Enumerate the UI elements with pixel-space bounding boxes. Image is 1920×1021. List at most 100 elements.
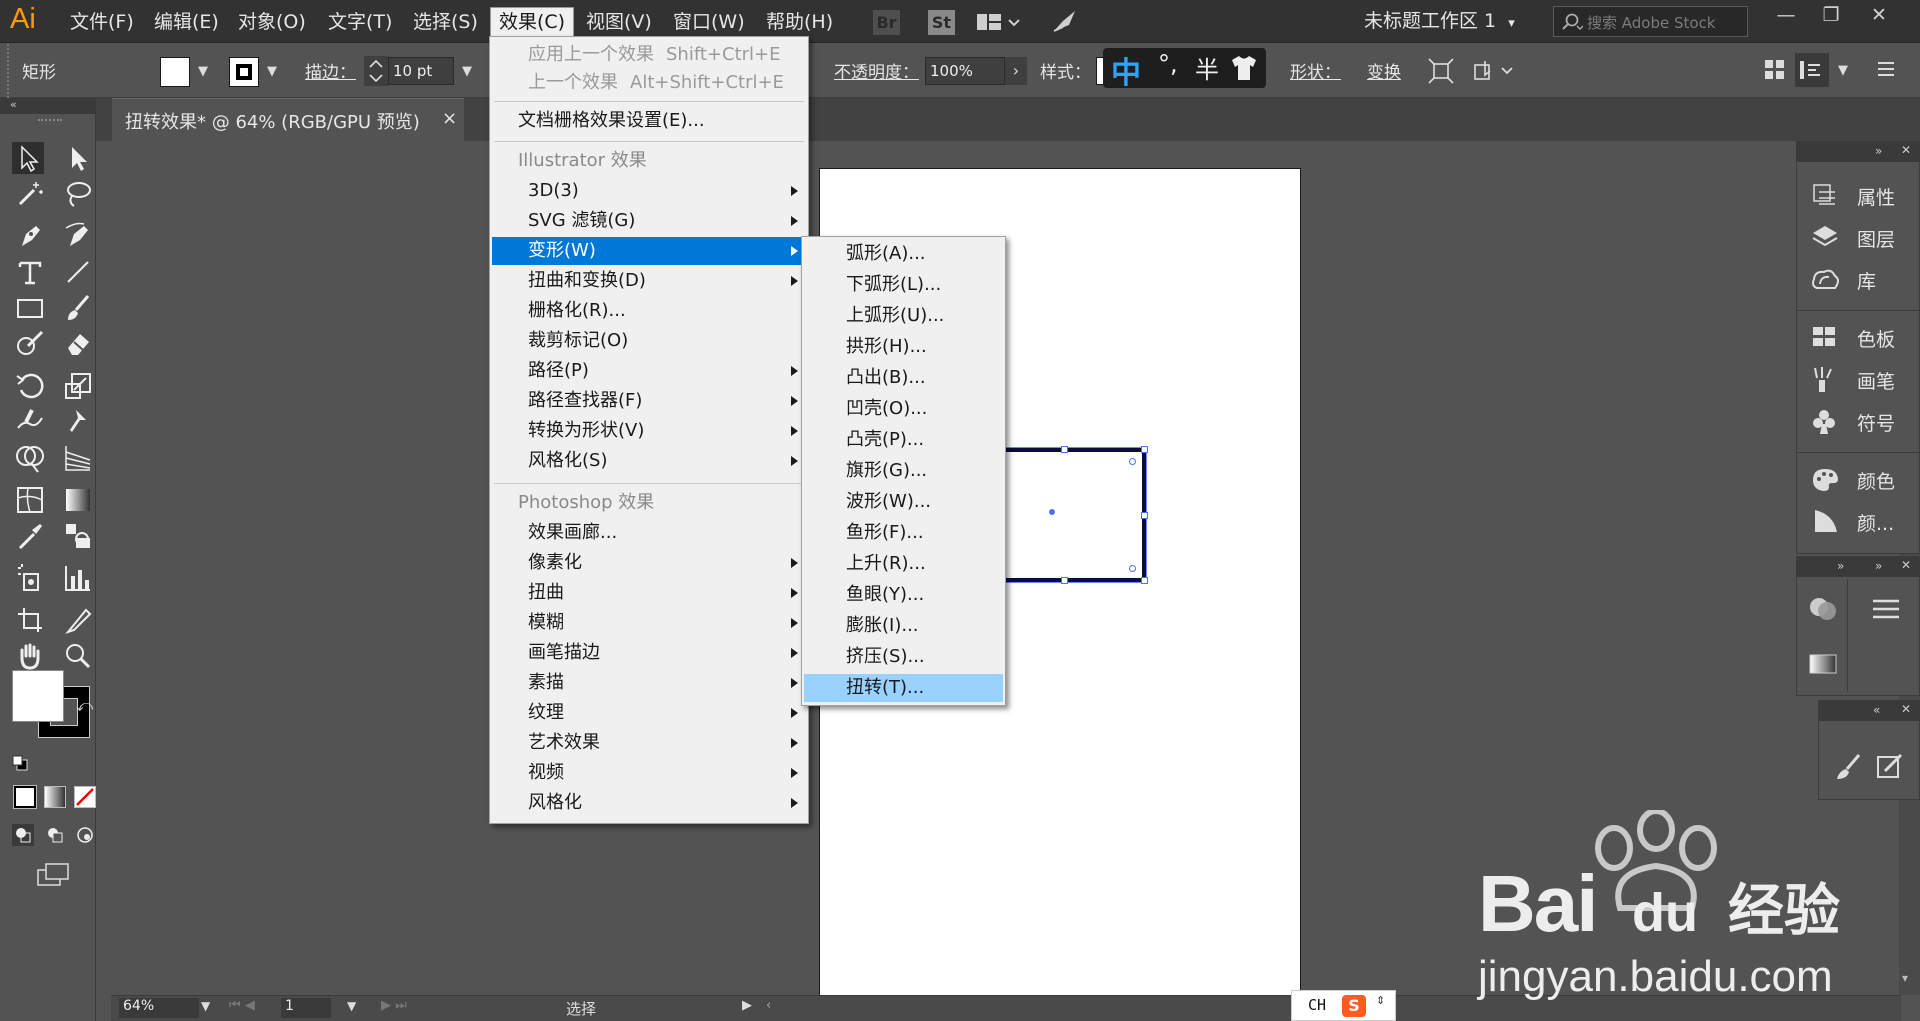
opacity-arrow-icon[interactable]: › [1005,57,1027,85]
menu-item-crop-marks[interactable]: 裁剪标记(O) [492,327,806,355]
menu-view[interactable]: 视图(V) [578,10,660,34]
arrange-documents-icon[interactable] [977,12,1021,34]
menu-item-3d[interactable]: 3D(3) [492,177,806,205]
none-mode-icon[interactable] [74,786,96,808]
rectangle-tool-icon[interactable] [14,292,46,324]
type-tool-icon[interactable] [14,256,46,288]
isolate-object-icon[interactable] [1472,57,1516,85]
menu-item-distort[interactable]: 扭曲 [492,579,806,607]
menu-item-convert-to-shape[interactable]: 转换为形状(V) [492,417,806,445]
opacity-label[interactable]: 不透明度： [834,58,919,83]
menu-item-blur[interactable]: 模糊 [492,609,806,637]
status-menu-arrow-icon[interactable]: ▶ [742,998,752,1013]
submenu-item-rise[interactable]: 上升(R)... [804,550,1003,578]
menu-item-sketch[interactable]: 素描 [492,669,806,697]
submenu-item-squeeze[interactable]: 挤压(S)... [804,643,1003,671]
ime-indicator[interactable]: CH S ⇕ [1291,990,1396,1021]
control-bar-grip[interactable] [7,44,15,98]
restore-button[interactable]: ❐ [1810,0,1852,30]
menu-item-rasterize[interactable]: 栅格化(R)... [492,297,806,325]
gradient-panel-icon[interactable] [1807,651,1839,677]
rotate-tool-icon[interactable] [14,370,46,402]
close-window-button[interactable]: ✕ [1858,0,1900,30]
perspective-grid-tool-icon[interactable] [62,442,94,474]
draw-behind-icon[interactable] [44,824,66,846]
transform-button[interactable]: 变换 [1367,58,1401,83]
submenu-item-shell-lower[interactable]: 凹壳(O)... [804,395,1003,423]
menu-item-video[interactable]: 视频 [492,759,806,787]
menu-select[interactable]: 选择(S) [405,10,486,34]
menu-item-svg-filters[interactable]: SVG 滤镜(G) [492,207,806,235]
submenu-item-fisheye[interactable]: 鱼眼(Y)... [804,581,1003,609]
panel-menu-icon[interactable] [1876,60,1896,78]
pen-tool-icon[interactable] [14,220,46,252]
collapse-panels-icon[interactable]: « [1873,703,1880,717]
workspace-switcher[interactable]: 未标题工作区 1 ▾ [1364,6,1515,33]
zoom-tool-icon[interactable] [62,640,94,672]
artboard-tool-icon[interactable] [14,604,46,636]
menu-item-texture[interactable]: 纹理 [492,699,806,727]
stock-icon[interactable]: St [928,10,955,35]
document-tab[interactable]: 扭转效果* @ 64% (RGB/GPU 预览) × [112,98,464,141]
stroke-weight-chevron-icon[interactable]: ▼ [462,64,472,79]
menu-item-brush-strokes[interactable]: 画笔描边 [492,639,806,667]
menu-item-document-raster-settings[interactable]: 文档栅格效果设置(E)... [492,107,806,135]
menu-effect[interactable]: 效果(C) [490,7,575,37]
submenu-item-arch[interactable]: 拱形(H)... [804,333,1003,361]
gpu-performance-icon[interactable] [1051,9,1077,35]
menu-item-distort-transform[interactable]: 扭曲和变换(D) [492,267,806,295]
close-panels-icon[interactable]: ✕ [1901,558,1911,572]
fill-dropdown-chevron-icon[interactable]: ▼ [198,64,208,79]
hand-tool-icon[interactable] [14,640,46,672]
submenu-item-flag[interactable]: 旗形(G)... [804,457,1003,485]
menu-item-apply-last-effect[interactable]: 应用上一个效果 Shift+Ctrl+E [492,41,806,69]
ime-skin-icon[interactable] [1228,54,1260,82]
gradient-tool-icon[interactable] [62,484,94,516]
opacity-field[interactable]: 100% [925,57,1005,85]
menu-item-pathfinder[interactable]: 路径查找器(F) [492,387,806,415]
expand-panels-icon[interactable]: » [1875,144,1882,158]
screen-mode-icon[interactable] [36,862,72,888]
menu-item-effect-gallery[interactable]: 效果画廊... [492,519,806,547]
bridge-icon[interactable]: Br [873,10,900,35]
swap-fill-stroke-icon[interactable]: ⤺ [76,696,93,716]
ime-width[interactable]: 半 [1195,50,1219,85]
lasso-tool-icon[interactable] [62,178,94,210]
artboard-chevron-icon[interactable]: ▼ [347,999,356,1013]
brush-edit-icon[interactable] [1875,751,1905,781]
direct-selection-tool-icon[interactable] [62,142,94,174]
close-panels-icon[interactable]: ✕ [1901,143,1911,157]
submenu-item-arc[interactable]: 弧形(A)... [804,240,1003,268]
paintbrush-tool-icon[interactable] [62,292,94,324]
menu-edit[interactable]: 编辑(E) [146,10,227,34]
stroke-label[interactable]: 描边： [305,58,356,83]
ime-punctuation[interactable]: °, [1158,50,1178,78]
close-tab-icon[interactable]: × [442,108,457,129]
shaper-tool-icon[interactable] [14,328,46,360]
collapse-chevron-icon[interactable]: « [10,98,17,111]
column-graph-tool-icon[interactable] [62,562,94,594]
stroke-dropdown-chevron-icon[interactable]: ▼ [267,64,277,79]
menu-object[interactable]: 对象(O) [230,10,314,34]
menu-item-stylize[interactable]: 风格化(S) [492,447,806,475]
select-similar-icon[interactable] [1427,57,1455,85]
menu-type[interactable]: 文字(T) [320,10,400,34]
ime-options-icon[interactable]: ⇕ [1376,994,1385,1007]
color-mode-icon[interactable] [13,785,37,809]
default-fill-stroke-icon[interactable] [12,755,28,771]
align-menu-icon[interactable] [1871,597,1901,621]
menu-file[interactable]: 文件(F) [62,10,142,34]
fill-swatch[interactable] [160,57,190,87]
puppet-warp-tool-icon[interactable] [62,406,94,438]
stroke-weight-field[interactable]: 10 pt [388,57,454,85]
artboard-number-field[interactable]: 1 [281,998,331,1018]
minimize-button[interactable]: — [1765,0,1807,30]
submenu-item-inflate[interactable]: 膨胀(I)... [804,612,1003,640]
first-artboard-icon[interactable]: ⏮ ◀ [229,998,255,1013]
arrange-chevron-icon[interactable]: ▼ [1838,63,1848,78]
menu-item-warp[interactable]: 变形(W) [492,237,806,265]
next-artboard-icon[interactable]: ▶ ⏭ [381,998,407,1013]
stroke-swatch[interactable] [229,57,259,87]
brush-stroke-icon[interactable] [1833,751,1863,781]
submenu-item-wave[interactable]: 波形(W)... [804,488,1003,516]
